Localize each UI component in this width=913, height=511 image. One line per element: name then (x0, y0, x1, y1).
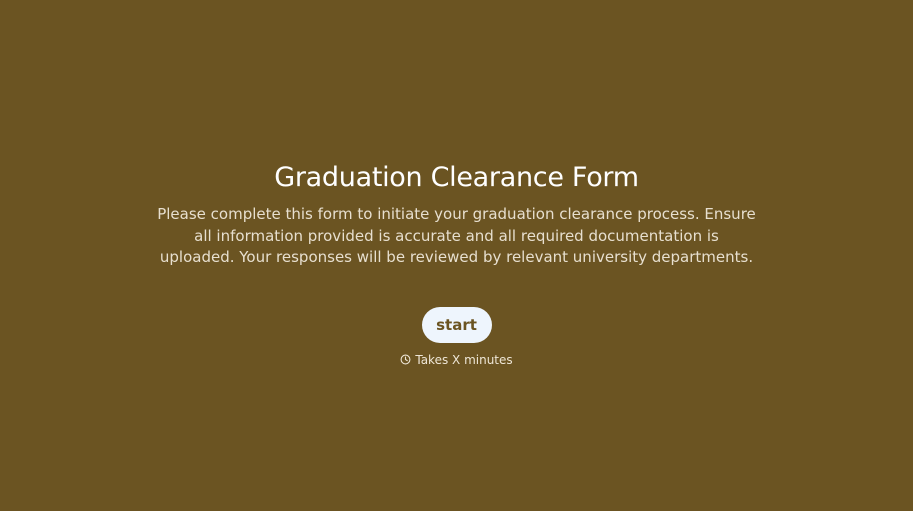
welcome-panel: Graduation Clearance Form Please complet… (0, 160, 913, 367)
form-description: Please complete this form to initiate yo… (157, 205, 756, 266)
start-button[interactable]: start (421, 306, 492, 343)
form-welcome-page: Graduation Clearance Form Please complet… (0, 0, 913, 511)
duration-note: Takes X minutes (400, 352, 513, 367)
form-title: Graduation Clearance Form (274, 162, 639, 193)
clock-icon (400, 354, 411, 365)
duration-text: Takes X minutes (415, 352, 513, 367)
